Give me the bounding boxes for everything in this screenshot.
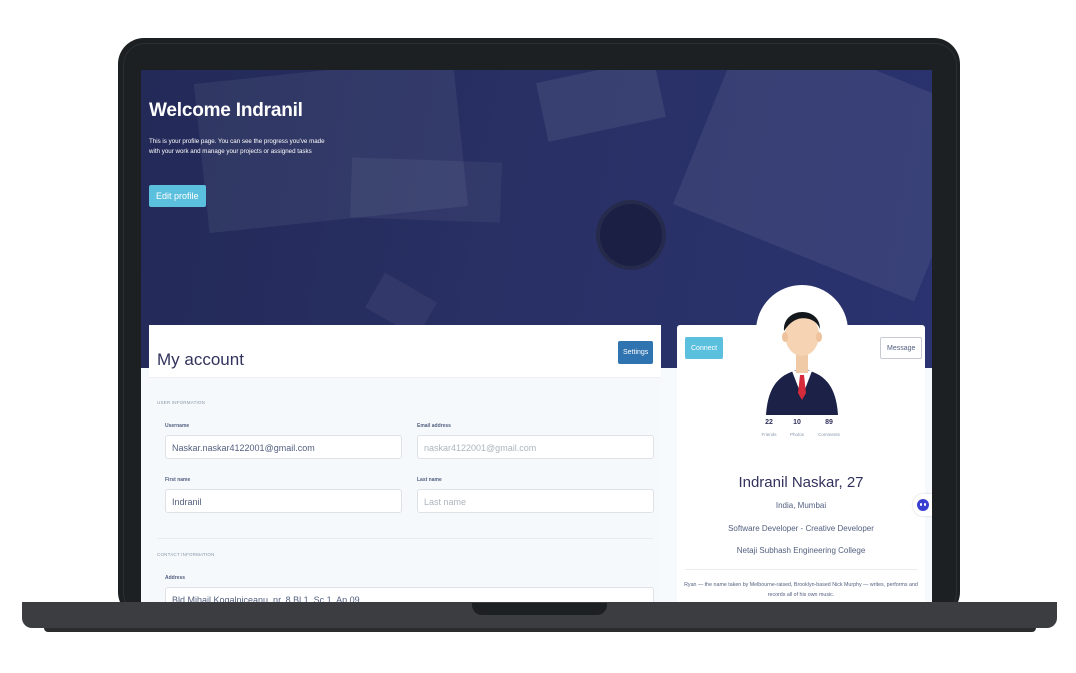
address-input[interactable]: Bld Mihail Kogalniceanu, nr. 8 Bl 1, Sc … — [165, 587, 654, 603]
profile-name: Indranil Naskar, 27 — [738, 474, 864, 491]
account-form: USER INFORMATION Username Naskar.naskar4… — [149, 378, 661, 603]
last-name-label: Last name — [417, 477, 442, 483]
first-name-input[interactable]: Indranil — [165, 489, 402, 513]
last-name-input[interactable]: Last name — [417, 489, 654, 513]
profile-college: Netaji Subhash Engineering College — [736, 546, 866, 555]
connect-button[interactable]: Connect — [685, 337, 724, 359]
profile-divider — [685, 569, 917, 570]
contact-info-heading: CONTACT INFORMATION — [157, 552, 215, 557]
username-label: Username — [165, 423, 190, 429]
edit-profile-button[interactable]: Edit profile — [149, 185, 206, 207]
bg-shape — [673, 70, 932, 302]
profile-bio: Ryan — the name taken by Melbourne-raise… — [684, 582, 918, 598]
my-account-card: My account Settings USER INFORMATION Use… — [149, 325, 661, 603]
email-label: Email address — [417, 423, 451, 429]
settings-button[interactable]: Settings — [618, 341, 654, 364]
stat-value: 89 — [825, 419, 833, 426]
account-title: My account — [157, 350, 244, 369]
profile-location: India, Mumbai — [775, 501, 827, 510]
card-header: My account Settings — [149, 325, 661, 378]
profile-role: Software Developer - Creative Developer — [728, 524, 874, 533]
laptop-notch — [472, 603, 607, 615]
first-name-label: First name — [165, 477, 191, 483]
chat-bot-icon — [917, 499, 929, 511]
chat-widget-button[interactable] — [913, 494, 932, 516]
user-info-heading: USER INFORMATION — [157, 400, 206, 405]
person-icon — [766, 311, 838, 415]
section-divider — [157, 538, 653, 539]
laptop-base-shadow — [44, 628, 1036, 632]
avatar — [756, 285, 848, 415]
stat-label: Photos — [789, 432, 804, 437]
bg-shape — [349, 157, 503, 223]
stat-comments: 89 Comments — [811, 419, 847, 437]
stat-photos: 10 Photos — [779, 419, 815, 437]
stat-value: 10 — [793, 419, 801, 426]
welcome-text: This is your profile page. You can see t… — [149, 138, 325, 155]
address-label: Address — [165, 575, 186, 581]
welcome-title: Welcome Indranil — [149, 100, 303, 121]
bg-shape — [536, 70, 666, 142]
message-button[interactable]: Message — [880, 337, 923, 359]
laptop-screen: Welcome Indranil This is your profile pa… — [141, 70, 932, 603]
stat-label: Comments — [818, 432, 840, 437]
username-input[interactable]: Naskar.naskar4122001@gmail.com — [165, 435, 402, 459]
bg-shape — [596, 200, 666, 270]
email-input[interactable]: naskar4122001@gmail.com — [417, 435, 654, 459]
